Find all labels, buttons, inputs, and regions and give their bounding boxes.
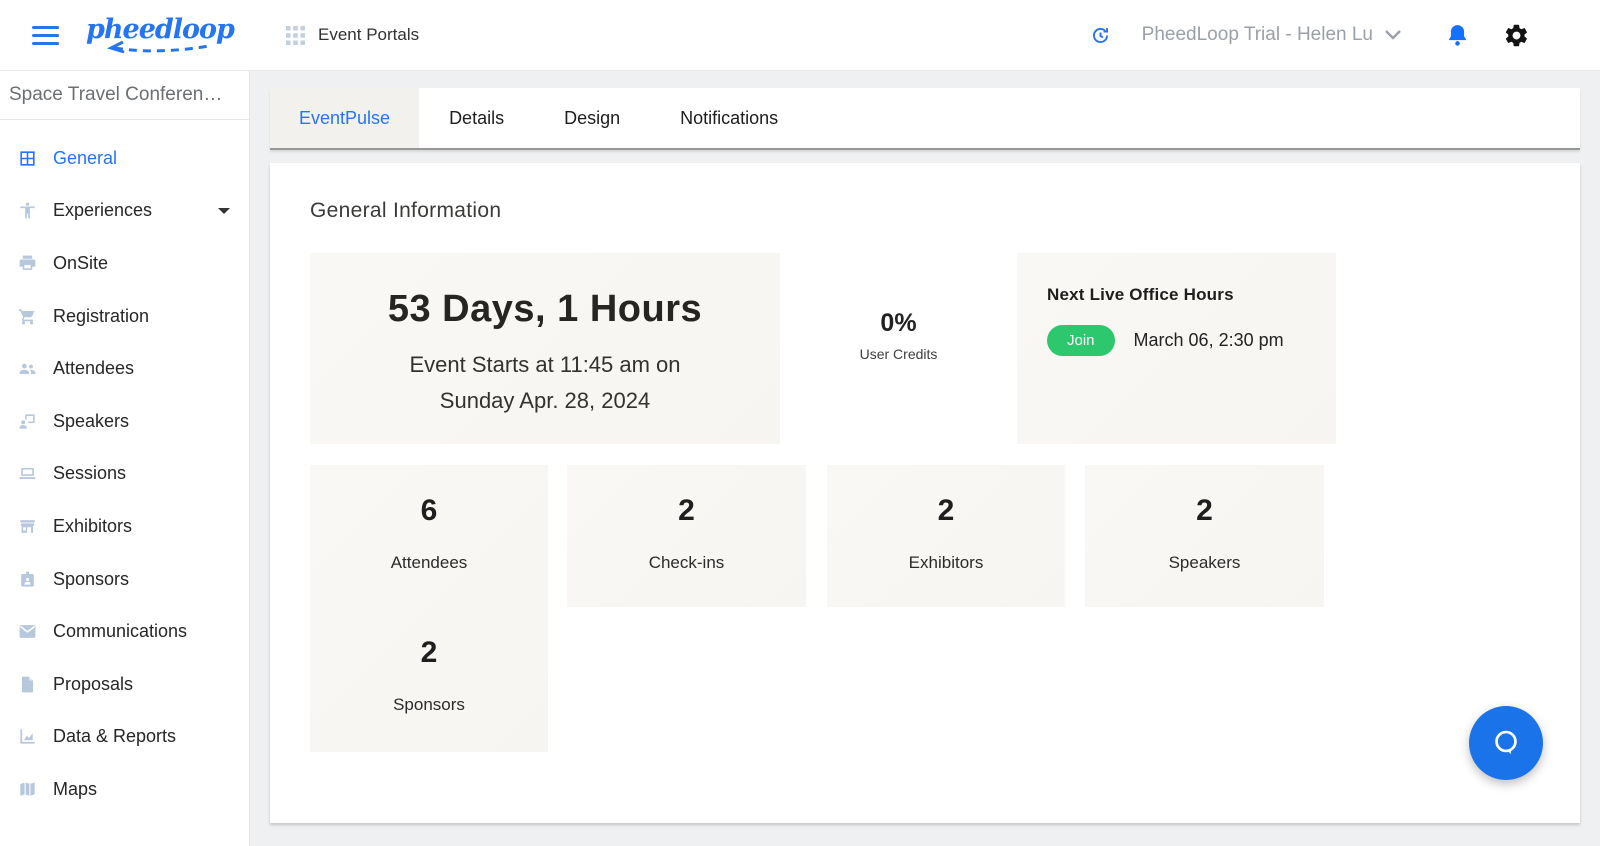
office-hours-title: Next Live Office Hours	[1047, 285, 1234, 304]
chat-icon	[1495, 730, 1517, 755]
sidebar-item-attendees[interactable]: Attendees	[0, 342, 249, 395]
stat-card-attendees-sponsors: 6 Attendees 2 Sponsors	[310, 465, 548, 752]
sidebar-item-experiences[interactable]: Experiences	[0, 185, 249, 238]
tab-design[interactable]: Design	[534, 88, 650, 148]
countdown-subtext: Event Starts at 11:45 am on Sunday Apr. …	[409, 352, 681, 413]
map-icon	[18, 780, 37, 799]
stat-attendees: 6 Attendees	[310, 465, 548, 607]
user-credits-value: 0%	[880, 309, 917, 337]
cart-icon	[18, 307, 37, 326]
attendees-label: Attendees	[390, 553, 468, 572]
caret-down-icon	[217, 206, 231, 216]
stat-checkins: 2 Check-ins	[567, 465, 806, 607]
account-label: PheedLoop Trial - Helen Lu	[1141, 24, 1373, 45]
countdown-headline: 53 Days, 1 Hours	[387, 288, 703, 330]
refresh-icon	[1092, 27, 1108, 43]
printer-icon	[18, 254, 37, 273]
sidebar-item-exhibitors[interactable]: Exhibitors	[0, 500, 249, 553]
event-portals-button[interactable]: Event Portals	[286, 25, 419, 45]
bell-icon	[1448, 24, 1467, 46]
sidebar-item-sponsors[interactable]: Sponsors	[0, 553, 249, 606]
notifications-bell-button[interactable]	[1445, 23, 1470, 48]
sidebar-item-registration[interactable]: Registration	[0, 290, 249, 343]
sidebar-item-proposals[interactable]: Proposals	[0, 658, 249, 711]
sidebar-nav: General Experiences OnSite Registration	[0, 120, 249, 816]
header-right: PheedLoop Trial - Helen Lu	[1090, 22, 1600, 49]
app-header: pheedloop Event Portals PheedLoop Trial …	[0, 0, 1600, 71]
attendees-count: 6	[420, 494, 438, 527]
event-name: Space Travel Conferen…	[0, 71, 249, 120]
header-left: pheedloop	[0, 16, 250, 54]
sidebar-item-speakers[interactable]: Speakers	[0, 395, 249, 448]
pheedloop-logo[interactable]: pheedloop	[86, 14, 235, 54]
hamburger-menu-icon[interactable]	[32, 25, 59, 45]
countdown-card: 53 Days, 1 Hours Event Starts at 11:45 a…	[310, 253, 780, 444]
speakers-count: 2	[1196, 494, 1213, 527]
chevron-down-icon	[1383, 28, 1403, 42]
eventpulse-panel: General Information 53 Days, 1 Hours Eve…	[270, 163, 1580, 823]
tab-eventpulse[interactable]: EventPulse	[270, 88, 420, 148]
stat-card-exhibitors: 2 Exhibitors	[827, 465, 1065, 607]
tab-details[interactable]: Details	[419, 88, 534, 148]
stat-speakers: 2 Speakers	[1085, 465, 1324, 607]
grid-icon	[286, 25, 305, 45]
checkins-count: 2	[678, 494, 695, 527]
logo-text: pheedloop	[86, 14, 235, 45]
office-hours-time: March 06, 2:30 pm	[1133, 330, 1284, 350]
stat-exhibitors: 2 Exhibitors	[827, 465, 1065, 607]
user-credits: 0% User Credits	[780, 253, 1017, 444]
refresh-button[interactable]	[1090, 23, 1114, 47]
user-credits-label: User Credits	[859, 346, 938, 362]
chat-support-button[interactable]	[1469, 706, 1543, 780]
logo-arrow-icon	[106, 41, 210, 54]
exhibitors-count: 2	[937, 494, 955, 527]
table-grid-icon	[18, 149, 37, 168]
storefront-icon	[18, 517, 37, 536]
sidebar-item-data-reports[interactable]: Data & Reports	[0, 711, 249, 764]
gear-icon	[1505, 24, 1527, 46]
envelope-icon	[18, 622, 37, 641]
sponsors-label: Sponsors	[393, 695, 465, 714]
sidebar-item-communications[interactable]: Communications	[0, 605, 249, 658]
stat-card-checkins: 2 Check-ins	[567, 465, 806, 607]
stat-sponsors: 2 Sponsors	[310, 607, 548, 749]
sidebar-item-maps[interactable]: Maps	[0, 763, 249, 816]
account-dropdown[interactable]: PheedLoop Trial - Helen Lu	[1142, 24, 1403, 46]
settings-button[interactable]	[1503, 22, 1530, 49]
sidebar-item-sessions[interactable]: Sessions	[0, 448, 249, 501]
sidebar: Space Travel Conferen… General Experienc…	[0, 71, 250, 846]
person-icon	[18, 201, 37, 220]
presenter-icon	[18, 412, 37, 431]
chart-icon	[18, 727, 37, 746]
people-icon	[18, 359, 37, 378]
laptop-icon	[18, 464, 37, 483]
document-icon	[18, 675, 37, 694]
checkins-label: Check-ins	[648, 553, 725, 572]
tab-notifications[interactable]: Notifications	[650, 88, 808, 148]
page-title: General Information	[310, 199, 502, 222]
speakers-label: Speakers	[1168, 553, 1241, 572]
event-portals-label: Event Portals	[318, 25, 420, 44]
sponsors-count: 2	[420, 636, 438, 669]
tab-bar: EventPulse Details Design Notifications	[270, 88, 1580, 150]
office-hours-card: Next Live Office Hours Join March 06, 2:…	[1017, 253, 1336, 444]
main-area: EventPulse Details Design Notifications …	[250, 71, 1600, 846]
sidebar-item-general[interactable]: General	[0, 132, 249, 185]
exhibitors-label: Exhibitors	[908, 553, 984, 572]
badge-icon	[18, 570, 37, 589]
stat-card-speakers: 2 Speakers	[1085, 465, 1324, 607]
join-button[interactable]: Join	[1047, 325, 1115, 356]
sidebar-item-onsite[interactable]: OnSite	[0, 237, 249, 290]
